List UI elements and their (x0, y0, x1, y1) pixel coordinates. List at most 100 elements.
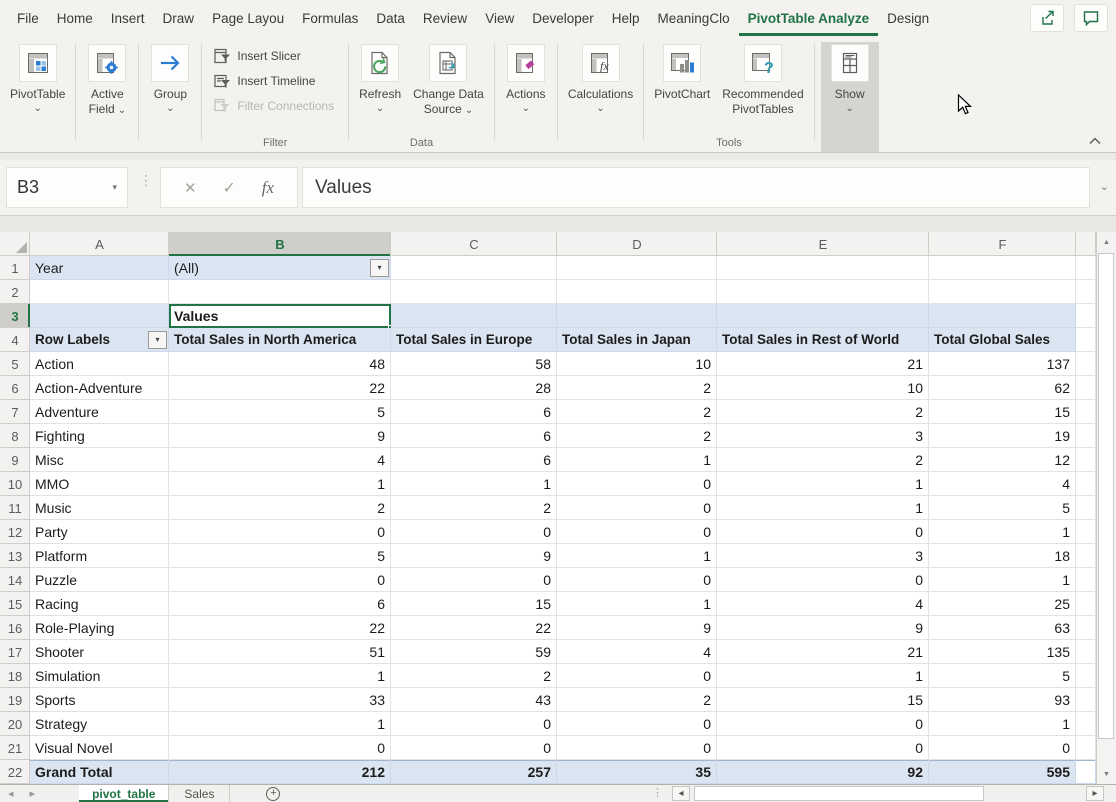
column-header-g-partial[interactable] (1076, 232, 1096, 256)
row-header-17[interactable]: 17 (0, 640, 30, 664)
refresh-button[interactable]: Refresh ⌄ (353, 42, 407, 114)
cell-G7[interactable] (1076, 400, 1096, 424)
cell-G10[interactable] (1076, 472, 1096, 496)
row-header-9[interactable]: 9 (0, 448, 30, 472)
cell-A9-category[interactable]: Misc (30, 448, 169, 472)
row-header-13[interactable]: 13 (0, 544, 30, 568)
row-header-1[interactable]: 1 (0, 256, 30, 280)
cell-E11[interactable]: 1 (717, 496, 929, 520)
cell-G16[interactable] (1076, 616, 1096, 640)
calculations-button[interactable]: fx Calculations ⌄ (562, 42, 639, 152)
comments-button[interactable] (1074, 4, 1108, 32)
cell-F12[interactable]: 1 (929, 520, 1076, 544)
cell-G20[interactable] (1076, 712, 1096, 736)
row-header-14[interactable]: 14 (0, 568, 30, 592)
cell-E14[interactable]: 0 (717, 568, 929, 592)
cell-B9[interactable]: 4 (169, 448, 391, 472)
cell-D14[interactable]: 0 (557, 568, 717, 592)
cell-A22-category[interactable]: Grand Total (30, 760, 169, 784)
cell-D10[interactable]: 0 (557, 472, 717, 496)
cell-C15[interactable]: 15 (391, 592, 557, 616)
cell-F10[interactable]: 4 (929, 472, 1076, 496)
cell-C8[interactable]: 6 (391, 424, 557, 448)
sheet-tab-pivot-table[interactable]: pivot_table (79, 785, 170, 802)
name-box-dropdown-icon[interactable]: ▾ (112, 182, 117, 193)
row-header-10[interactable]: 10 (0, 472, 30, 496)
cell-D18[interactable]: 0 (557, 664, 717, 688)
cell-E20[interactable]: 0 (717, 712, 929, 736)
row-header-5[interactable]: 5 (0, 352, 30, 376)
cell-D22[interactable]: 35 (557, 760, 717, 784)
cell-A4-row-labels[interactable]: Row Labels ▾ (30, 328, 169, 352)
sheet-nav-right-icon[interactable]: ▸ (22, 785, 44, 802)
cell-D19[interactable]: 2 (557, 688, 717, 712)
cell-C14[interactable]: 0 (391, 568, 557, 592)
cell-C2[interactable] (391, 280, 557, 304)
cell-F15[interactable]: 25 (929, 592, 1076, 616)
row-header-7[interactable]: 7 (0, 400, 30, 424)
cell-G13[interactable] (1076, 544, 1096, 568)
cell-F13[interactable]: 18 (929, 544, 1076, 568)
cell-D13[interactable]: 1 (557, 544, 717, 568)
cell-G9[interactable] (1076, 448, 1096, 472)
cell-A7-category[interactable]: Adventure (30, 400, 169, 424)
cell-D3[interactable] (557, 304, 717, 328)
cell-E7[interactable]: 2 (717, 400, 929, 424)
column-header-F[interactable]: F (929, 232, 1076, 256)
cell-B5[interactable]: 48 (169, 352, 391, 376)
cell-B10[interactable]: 1 (169, 472, 391, 496)
insert-slicer-button[interactable]: Insert Slicer (214, 46, 334, 66)
recommended-pivottables-button[interactable]: ? Recommended PivotTables (716, 42, 809, 117)
new-sheet-button[interactable]: + (266, 786, 281, 801)
cell-B17[interactable]: 51 (169, 640, 391, 664)
cell-F3[interactable] (929, 304, 1076, 328)
scroll-up-button[interactable]: ▲ (1097, 232, 1116, 252)
scroll-right-button[interactable]: ▸ (1086, 786, 1104, 801)
row-labels-filter-button[interactable]: ▾ (148, 331, 167, 349)
cell-B12[interactable]: 0 (169, 520, 391, 544)
formula-input[interactable]: Values (302, 167, 1090, 208)
cell-F16[interactable]: 63 (929, 616, 1076, 640)
insert-function-icon[interactable]: fx (262, 178, 274, 198)
cell-G3[interactable] (1076, 304, 1096, 328)
cell-B13[interactable]: 5 (169, 544, 391, 568)
cell-F8[interactable]: 19 (929, 424, 1076, 448)
select-all-button[interactable] (0, 232, 30, 256)
cell-C22[interactable]: 257 (391, 760, 557, 784)
row-header-12[interactable]: 12 (0, 520, 30, 544)
cell-A12-category[interactable]: Party (30, 520, 169, 544)
vertical-scrollbar-thumb[interactable] (1098, 253, 1114, 739)
cell-G1[interactable] (1076, 256, 1096, 280)
cell-F18[interactable]: 5 (929, 664, 1076, 688)
cell-C16[interactable]: 22 (391, 616, 557, 640)
column-header-B[interactable]: B (169, 232, 391, 256)
cell-G17[interactable] (1076, 640, 1096, 664)
cell-F17[interactable]: 135 (929, 640, 1076, 664)
horizontal-scrollbar-thumb[interactable] (694, 786, 984, 801)
cell-A1-year[interactable]: Year (30, 256, 169, 280)
cell-G6[interactable] (1076, 376, 1096, 400)
cell-E17[interactable]: 21 (717, 640, 929, 664)
cell-E8[interactable]: 3 (717, 424, 929, 448)
cell-G5[interactable] (1076, 352, 1096, 376)
cell-A5-category[interactable]: Action (30, 352, 169, 376)
cell-C4-header[interactable]: Total Sales in Europe (391, 328, 557, 352)
cell-C21[interactable]: 0 (391, 736, 557, 760)
ribbon-tab-draw[interactable]: Draw (154, 0, 204, 36)
active-field-button[interactable]: Active Field ⌄ (80, 42, 134, 152)
cell-A11-category[interactable]: Music (30, 496, 169, 520)
cell-D15[interactable]: 1 (557, 592, 717, 616)
collapse-ribbon-button[interactable] (1088, 136, 1102, 145)
cell-E2[interactable] (717, 280, 929, 304)
ribbon-tab-formulas[interactable]: Formulas (293, 0, 367, 36)
cell-A20-category[interactable]: Strategy (30, 712, 169, 736)
cell-A8-category[interactable]: Fighting (30, 424, 169, 448)
cell-D6[interactable]: 2 (557, 376, 717, 400)
cell-G14[interactable] (1076, 568, 1096, 592)
cell-A17-category[interactable]: Shooter (30, 640, 169, 664)
cell-D16[interactable]: 9 (557, 616, 717, 640)
sheet-tab-sales[interactable]: Sales (169, 785, 231, 802)
cell-E21[interactable]: 0 (717, 736, 929, 760)
ribbon-tab-pivottable-analyze[interactable]: PivotTable Analyze (739, 0, 879, 36)
show-button[interactable]: Show ⌄ (820, 42, 879, 152)
